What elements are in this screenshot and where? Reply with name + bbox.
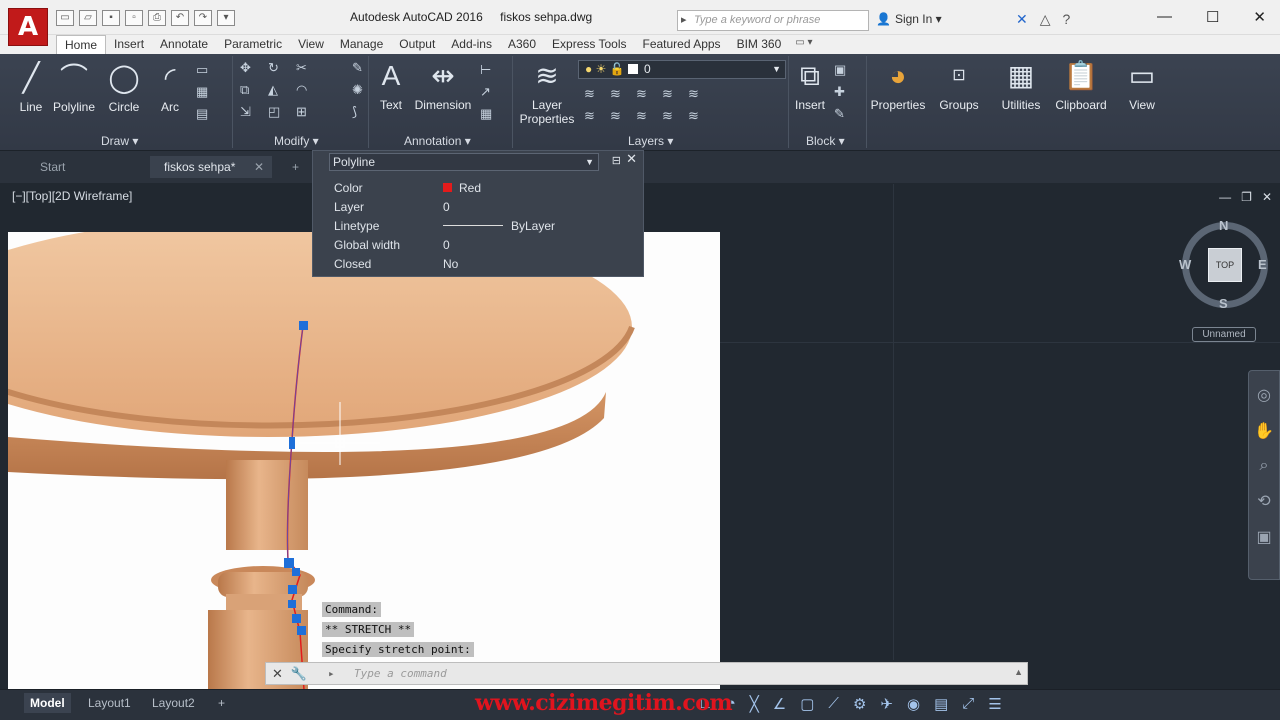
- property-key: Closed: [334, 257, 372, 271]
- grip[interactable]: [284, 558, 294, 568]
- property-row-color[interactable]: Color Red: [313, 179, 643, 198]
- command-input[interactable]: Type a command: [326, 665, 1026, 682]
- orbit-icon[interactable]: ⟲: [1257, 491, 1270, 511]
- history-line: ** STRETCH **: [322, 622, 415, 637]
- isodraft-icon[interactable]: ∠: [773, 695, 786, 713]
- navigation-bar: ◎ ✋ ⌕ ⟲ ▣: [1248, 370, 1280, 580]
- grip[interactable]: [297, 626, 306, 635]
- quick-properties-table: Color Red Layer 0 Linetype ByLayer Global w…: [313, 179, 643, 274]
- showmotion-icon[interactable]: ▣: [1256, 527, 1271, 547]
- compass-south[interactable]: S: [1219, 296, 1228, 311]
- property-row-layer[interactable]: Layer 0: [313, 198, 643, 217]
- property-key: Global width: [334, 238, 401, 252]
- command-line-buttons: ✕ 🔧: [272, 666, 307, 682]
- polyline-overlay: [284, 321, 380, 691]
- viewcube-top-face[interactable]: TOP: [1208, 248, 1242, 282]
- history-line: Command:: [322, 602, 381, 617]
- grip[interactable]: [299, 321, 308, 330]
- ucs-menu[interactable]: Unnamed: [1192, 327, 1256, 342]
- application-menu-button[interactable]: A: [8, 8, 48, 46]
- wrench-icon[interactable]: 🔧: [291, 666, 307, 682]
- hardware-acceleration-icon[interactable]: ▤: [934, 695, 948, 713]
- property-value: 0: [443, 200, 450, 214]
- property-key: Color: [334, 181, 363, 195]
- grip[interactable]: [288, 585, 297, 594]
- new-layout-icon[interactable]: +: [212, 693, 231, 713]
- grip[interactable]: [289, 437, 295, 449]
- history-line: Specify stretch point:: [322, 642, 474, 657]
- quick-properties-panel: Polyline ▼ ⊟ ✕ Color Red Layer 0 Linetype By…: [312, 150, 644, 277]
- crosshair-cursor: [299, 402, 380, 465]
- annotation-visibility-icon[interactable]: ⟋: [828, 695, 839, 713]
- property-value: No: [443, 257, 459, 271]
- isolate-icon[interactable]: ◉: [907, 695, 920, 713]
- object-type-dropdown[interactable]: Polyline ▼: [329, 153, 599, 171]
- linetype-preview: [443, 225, 503, 226]
- command-history: Command: ** STRETCH ** Specify stretch p…: [322, 602, 474, 662]
- tab-layout1[interactable]: Layout1: [82, 693, 137, 713]
- command-line: ✕ 🔧 Type a command ▲: [265, 662, 1028, 685]
- workspace-icon[interactable]: ⚙: [853, 695, 866, 713]
- property-value: 0: [443, 238, 450, 252]
- property-value: Red: [459, 181, 482, 195]
- color-swatch: [443, 183, 452, 192]
- close-icon[interactable]: ✕: [272, 666, 283, 682]
- pan-icon[interactable]: ✋: [1254, 421, 1274, 441]
- chevron-down-icon: ▼: [585, 157, 594, 167]
- property-value: ByLayer: [511, 219, 556, 233]
- status-toggles: ∟ ◔ ╳ ∠ ▢ ⟋ ⚙ ✈ ◉ ▤ ⤢ ☰: [698, 695, 1002, 713]
- property-key: Linetype: [334, 219, 380, 233]
- steering-wheel-icon[interactable]: ◎: [1257, 385, 1271, 405]
- annotation-scale-icon[interactable]: ✈: [880, 695, 893, 713]
- zoom-icon[interactable]: ⌕: [1260, 457, 1269, 475]
- property-key: Layer: [334, 200, 365, 214]
- property-row-global-width[interactable]: Global width 0: [313, 236, 643, 255]
- osnap-icon[interactable]: ╳: [750, 695, 759, 713]
- grip[interactable]: [292, 568, 300, 576]
- customize-icon[interactable]: ⊟: [612, 154, 621, 167]
- watermark: www.cizimegitim.com: [475, 690, 733, 716]
- command-history-toggle-icon[interactable]: ▲: [1014, 667, 1023, 677]
- customization-icon[interactable]: ☰: [988, 695, 1001, 713]
- tab-model[interactable]: Model: [24, 693, 71, 713]
- property-row-linetype[interactable]: Linetype ByLayer: [313, 217, 643, 236]
- compass-east[interactable]: E: [1258, 257, 1267, 272]
- object-type: Polyline: [333, 155, 376, 169]
- grip[interactable]: [292, 614, 301, 623]
- tab-layout2[interactable]: Layout2: [146, 693, 201, 713]
- selection-cycling-icon[interactable]: ▢: [800, 695, 814, 713]
- close-icon[interactable]: ✕: [626, 151, 637, 167]
- property-row-closed[interactable]: Closed No: [313, 255, 643, 274]
- grip[interactable]: [288, 600, 296, 608]
- selected-polyline[interactable]: [286, 325, 305, 691]
- quick-properties-header: Polyline ▼ ⊟ ✕: [313, 151, 643, 173]
- clean-screen-icon[interactable]: ⤢: [962, 695, 974, 713]
- compass-west[interactable]: W: [1179, 257, 1191, 272]
- compass-north[interactable]: N: [1219, 218, 1228, 233]
